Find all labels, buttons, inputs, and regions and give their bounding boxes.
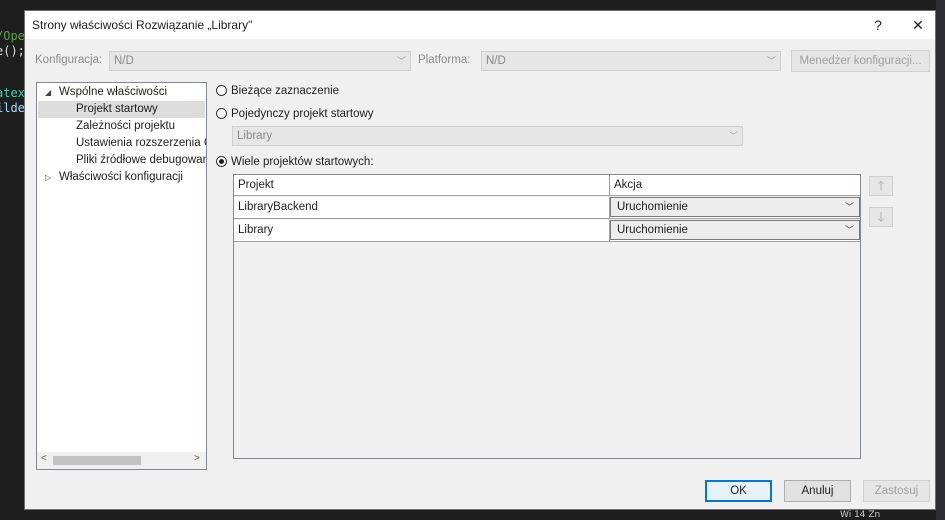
tree-horizontal-scrollbar[interactable]: < > — [37, 452, 206, 469]
ok-button[interactable]: OK — [705, 480, 772, 502]
tree-item-label: Projekt startowy — [76, 103, 158, 115]
chevron-down-icon: ﹀ — [844, 202, 854, 212]
grid-cell-action: Uruchomienie ﹀ — [610, 220, 860, 242]
action-dropdown[interactable]: Uruchomienie ﹀ — [610, 197, 860, 217]
configuration-value: N/D — [114, 55, 134, 67]
dialog-title: Strony właściwości Rozwiązanie „Library" — [32, 18, 253, 32]
tree-item-label: Właściwości konfiguracji — [59, 171, 183, 183]
tree-item-label: Zależności projektu — [76, 120, 176, 132]
code-fragment: e(); — [0, 44, 24, 58]
platform-value: N/D — [486, 55, 506, 67]
title-bar: Strony właściwości Rozwiązanie „Library"… — [25, 11, 935, 39]
code-fragment: ilde — [0, 101, 24, 115]
background-status-text: Wi 14 Zn — [840, 510, 881, 520]
configuration-manager-button[interactable]: Menedżer konfiguracji... — [791, 50, 930, 72]
scroll-right-icon[interactable]: > — [194, 453, 200, 464]
tree-item-startup-project[interactable]: Projekt startowy — [38, 101, 205, 118]
action-value: Uruchomienie — [617, 224, 688, 236]
multiple-startup-radio[interactable] — [216, 156, 227, 167]
single-project-dropdown[interactable]: Library ﹀ — [232, 126, 743, 146]
multiple-startup-option[interactable]: Wiele projektów startowych: — [216, 154, 436, 170]
arrow-down-icon: 🡓 — [877, 209, 885, 224]
scroll-left-icon[interactable]: < — [41, 453, 47, 464]
grid-cell-project[interactable]: Library — [234, 220, 610, 242]
current-selection-label: Bieżące zaznaczenie — [231, 85, 340, 97]
apply-button[interactable]: Zastosuj — [863, 480, 930, 502]
configuration-label: Konfiguracja: — [35, 54, 103, 66]
close-button[interactable]: ✕ — [903, 14, 933, 36]
column-header-action[interactable]: Akcja — [610, 175, 860, 196]
tree-item-common-properties[interactable]: ◢ Wspólne właściwości — [37, 84, 206, 101]
tree-item-label: Ustawienia rozszerzenia Co — [76, 137, 207, 149]
current-selection-option[interactable]: Bieżące zaznaczenie — [216, 83, 416, 99]
chevron-down-icon: ﹀ — [766, 56, 776, 66]
multiple-startup-label: Wiele projektów startowych: — [231, 156, 374, 168]
action-value: Uruchomienie — [617, 201, 688, 213]
chevron-down-icon: ﹀ — [396, 56, 406, 66]
single-project-value: Library — [237, 130, 273, 142]
cancel-button[interactable]: Anuluj — [784, 480, 851, 502]
move-up-button[interactable]: 🡑 — [869, 176, 893, 196]
startup-projects-grid: Projekt Akcja LibraryBackend Uruchomieni… — [233, 174, 861, 459]
platform-label: Platforma: — [418, 54, 471, 66]
single-startup-radio[interactable] — [216, 108, 227, 119]
single-startup-option[interactable]: Pojedynczy projekt startowy — [216, 106, 436, 122]
collapse-icon[interactable]: ◢ — [45, 84, 51, 101]
column-header-project[interactable]: Projekt — [234, 175, 610, 196]
chevron-down-icon: ﹀ — [844, 225, 854, 235]
tree-item-project-dependencies[interactable]: Zależności projektu — [37, 118, 206, 135]
tree-item-extension-settings[interactable]: Ustawienia rozszerzenia Co — [37, 135, 206, 152]
scrollbar-thumb[interactable] — [53, 456, 141, 465]
code-fragment: atex — [0, 86, 24, 100]
grid-cell-action: Uruchomienie ﹀ — [610, 197, 860, 219]
action-dropdown[interactable]: Uruchomienie ﹀ — [610, 220, 860, 240]
arrow-up-icon: 🡑 — [877, 178, 885, 193]
single-startup-label: Pojedynczy projekt startowy — [231, 108, 374, 120]
code-fragment: /Ope — [0, 29, 24, 43]
configuration-dropdown[interactable]: N/D ﹀ — [109, 51, 411, 71]
chevron-down-icon: ﹀ — [728, 131, 738, 141]
expand-icon[interactable]: ▷ — [45, 169, 51, 186]
current-selection-radio[interactable] — [216, 85, 227, 96]
platform-dropdown[interactable]: N/D ﹀ — [481, 51, 781, 71]
background-scrollbar — [936, 0, 945, 520]
help-button[interactable]: ? — [863, 14, 893, 36]
background-code-editor: /Ope e(); atex ilde — [0, 0, 24, 520]
property-pages-dialog: Strony właściwości Rozwiązanie „Library"… — [24, 10, 936, 510]
grid-cell-project[interactable]: LibraryBackend — [234, 197, 610, 219]
tree-item-label: Wspólne właściwości — [59, 86, 168, 98]
property-tree: ◢ Wspólne właściwości Projekt startowy Z… — [36, 82, 207, 470]
tree-item-configuration-properties[interactable]: ▷ Właściwości konfiguracji — [37, 169, 206, 186]
tree-item-debug-source-files[interactable]: Pliki źródłowe debugowan — [37, 152, 206, 169]
tree-item-label: Pliki źródłowe debugowan — [76, 154, 207, 166]
move-down-button[interactable]: 🡓 — [869, 207, 893, 227]
